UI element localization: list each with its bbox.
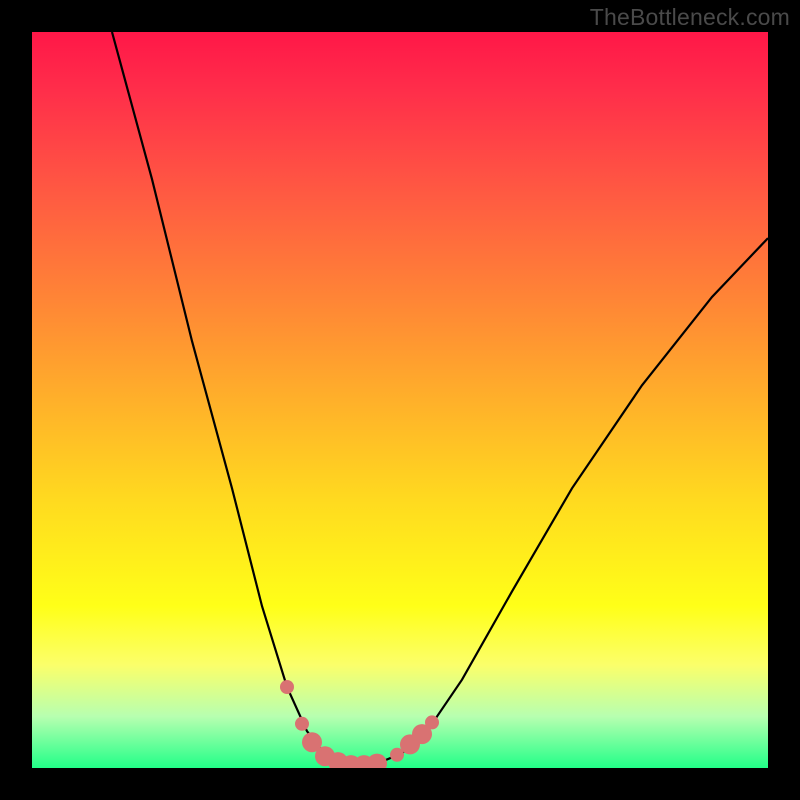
plot-area xyxy=(32,32,768,768)
marker-layer xyxy=(32,32,768,768)
data-marker xyxy=(295,717,309,731)
watermark-text: TheBottleneck.com xyxy=(590,4,790,31)
data-marker xyxy=(425,715,439,729)
data-marker xyxy=(367,754,387,768)
data-marker xyxy=(280,680,294,694)
chart-stage: TheBottleneck.com xyxy=(0,0,800,800)
